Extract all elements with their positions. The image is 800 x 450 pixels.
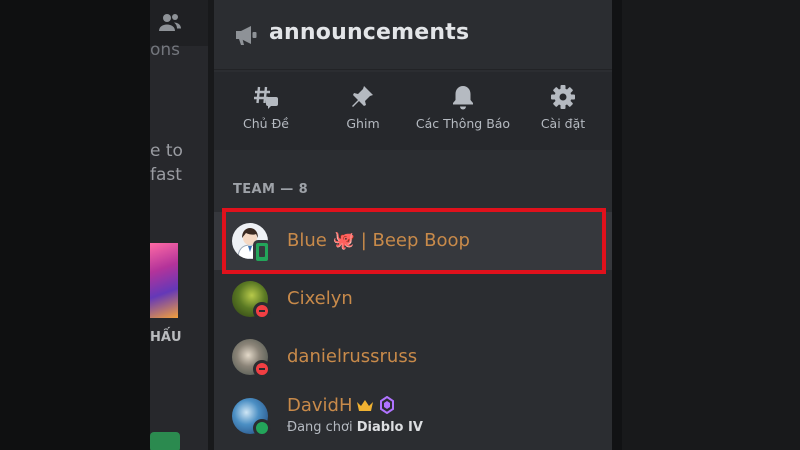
settings-button[interactable]: Cài đặt [515,84,611,131]
member-name: DavidH [287,395,353,416]
selection-highlight-box [222,208,606,274]
background-text: fast [150,165,182,185]
panel-gutter [612,0,622,450]
dimmed-background-right [622,0,800,450]
member-name: danielrussruss [287,346,418,367]
threads-label: Chủ Đề [243,116,289,131]
status-do-not-disturb [253,360,271,378]
member-item[interactable]: DavidH Đang chơi Diablo IV [214,386,612,450]
threads-button[interactable]: Chủ Đề [218,84,314,131]
member-activity: Đang chơi Diablo IV [287,420,423,435]
status-do-not-disturb [253,302,271,320]
channel-title: announcements [269,20,470,45]
gear-icon [551,85,575,109]
dimmed-background-content: ons e to fast HẤU [150,0,208,450]
background-banner-image [150,243,178,318]
notifications-label: Các Thông Báo [415,116,511,131]
background-text: ons [150,40,181,60]
member-section-label: TEAM — 8 [233,182,309,197]
background-text: e to [150,141,183,161]
channel-toolbar: Chủ Đề Ghim Các Thông Báo Cài đặt [214,72,612,150]
dimmed-background-left [0,0,150,450]
pins-button[interactable]: Ghim [315,84,411,131]
settings-label: Cài đặt [540,116,586,131]
background-text: HẤU [150,330,182,345]
boost-icon [380,396,394,414]
member-name: Cixelyn [287,288,353,309]
crown-icon [357,400,373,411]
notifications-button[interactable]: Các Thông Báo [415,84,511,131]
screen: ons e to fast HẤU announcements Chủ Đề G… [0,0,800,450]
member-item[interactable]: danielrussruss [214,328,612,386]
friends-icon [159,14,181,31]
megaphone-icon [236,26,257,45]
pins-label: Ghim [346,116,380,131]
pin-icon [352,86,373,107]
status-online [253,419,271,437]
background-button [150,432,180,450]
bell-icon [453,86,473,110]
threads-icon [254,86,278,109]
channel-header: announcements [214,0,612,70]
member-item[interactable]: Cixelyn [214,270,612,328]
